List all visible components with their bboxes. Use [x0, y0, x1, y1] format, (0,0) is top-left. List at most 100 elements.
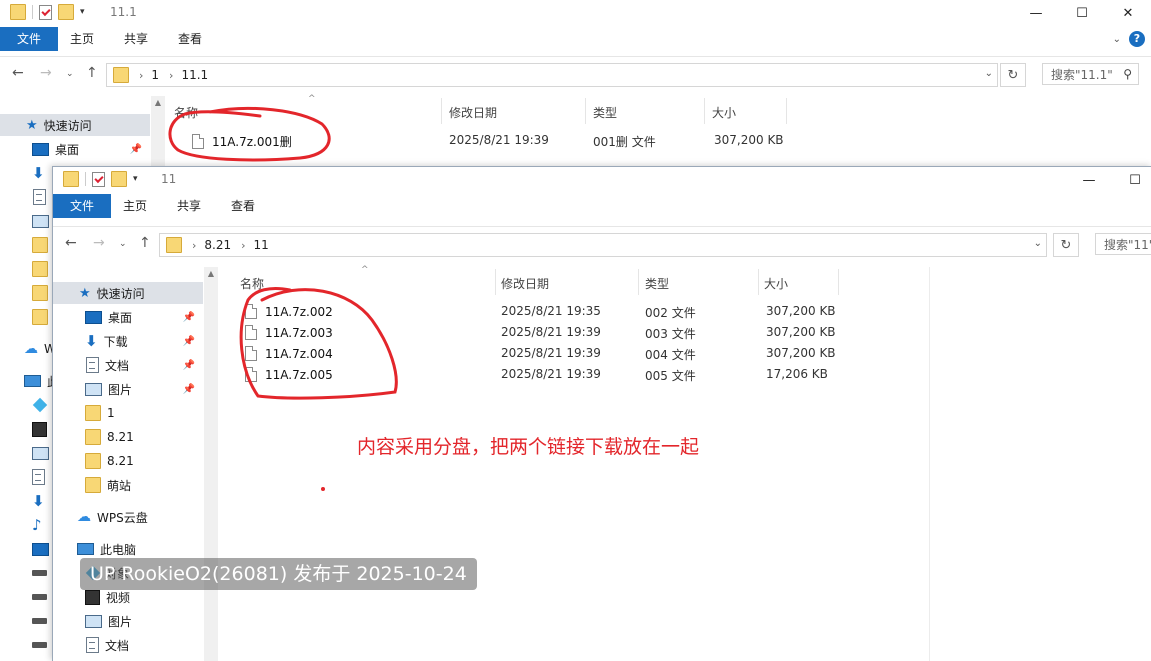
breadcrumb-item[interactable]: 1 [151, 68, 159, 82]
recent-locations-button[interactable]: ⌄ [119, 239, 127, 249]
tab-home[interactable]: 主页 [58, 27, 109, 51]
column-type[interactable]: 类型 [593, 104, 617, 121]
tab-home[interactable]: 主页 [111, 194, 162, 218]
expand-ribbon-icon[interactable]: ⌄ [1113, 34, 1121, 45]
forward-button[interactable]: → [40, 65, 52, 81]
new-folder-icon[interactable] [111, 171, 127, 187]
tab-view[interactable]: 查看 [163, 27, 217, 51]
column-date[interactable]: 修改日期 [449, 104, 497, 121]
customize-toolbar-icon[interactable]: ▾ [133, 174, 138, 184]
nav-quick-access[interactable]: ★ 快速访问 [0, 114, 150, 136]
column-divider[interactable] [638, 269, 639, 295]
tab-file[interactable]: 文件 [53, 194, 111, 218]
address-bar[interactable]: › 1 › 11.1 ⌄ [106, 63, 998, 87]
back-button[interactable]: ← [65, 235, 77, 251]
picture-icon [32, 214, 49, 228]
nav-documents[interactable]: 文档 [53, 634, 203, 656]
column-divider[interactable] [838, 269, 839, 295]
column-divider[interactable] [585, 98, 586, 124]
column-date[interactable]: 修改日期 [501, 275, 549, 292]
properties-icon[interactable] [39, 4, 52, 20]
file-icon [245, 325, 257, 340]
help-icon[interactable]: ? [1129, 31, 1145, 47]
properties-icon[interactable] [92, 171, 105, 187]
pin-icon: 📌 [129, 143, 142, 155]
chevron-down-icon[interactable]: ⌄ [1034, 238, 1042, 249]
tab-file[interactable]: 文件 [0, 27, 58, 51]
column-divider[interactable] [704, 98, 705, 124]
breadcrumb-separator: › [241, 238, 246, 252]
file-name: 11A.7z.003 [245, 325, 333, 340]
column-size[interactable]: 大小 [712, 104, 736, 121]
file-row[interactable]: 11A.7z.002 2025/8/21 19:35 002 文件 307,20… [219, 301, 1151, 322]
customize-toolbar-icon[interactable]: ▾ [80, 7, 85, 17]
file-row[interactable]: 11A.7z.003 2025/8/21 19:39 003 文件 307,20… [219, 322, 1151, 343]
breadcrumb-item[interactable]: 8.21 [204, 238, 231, 252]
close-button[interactable]: ✕ [1105, 0, 1151, 26]
tab-view[interactable]: 查看 [216, 194, 270, 218]
nav-desktop[interactable]: 桌面 📌 [53, 306, 203, 328]
column-divider[interactable] [495, 269, 496, 295]
column-size[interactable]: 大小 [764, 275, 788, 292]
search-placeholder: 搜索"11.1" [1051, 67, 1113, 82]
file-name: 11A.7z.001删 [192, 133, 292, 150]
chevron-down-icon[interactable]: ⌄ [985, 68, 993, 79]
folder-icon [113, 67, 129, 83]
search-input[interactable]: 搜索"11.1" ⚲ [1042, 63, 1139, 85]
new-folder-icon[interactable] [58, 4, 74, 20]
minimize-button[interactable]: — [1013, 0, 1059, 26]
pin-icon[interactable]: 📌 [183, 336, 195, 347]
forward-button[interactable]: → [93, 235, 105, 251]
address-row: ← → ⌄ ↑ › 8.21 › 11 ⌄ ↻ 搜索"11" [53, 226, 1151, 261]
folder-icon [85, 405, 101, 421]
back-button[interactable]: ← [12, 65, 24, 81]
pin-icon[interactable]: 📌 [183, 360, 195, 371]
pin-icon[interactable]: 📌 [183, 312, 195, 323]
nav-label: 8.21 [107, 430, 134, 444]
refresh-button[interactable]: ↻ [1000, 63, 1026, 87]
recent-locations-button[interactable]: ⌄ [66, 69, 74, 79]
pin-icon[interactable]: 📌 [183, 384, 195, 395]
column-type[interactable]: 类型 [645, 275, 669, 292]
search-input[interactable]: 搜索"11" [1095, 233, 1151, 255]
file-row[interactable]: 11A.7z.005 2025/8/21 19:39 005 文件 17,206… [219, 364, 1151, 385]
nav-pictures[interactable]: 图片 📌 [53, 378, 203, 400]
file-row[interactable]: 11A.7z.001删 2025/8/21 19:39 001删 文件 307,… [166, 130, 1151, 151]
nav-quick-access[interactable]: ★ 快速访问 [53, 282, 203, 304]
breadcrumb-item[interactable]: 11.1 [181, 68, 208, 82]
file-date: 2025/8/21 19:39 [449, 133, 549, 147]
nav-label: 桌面 [55, 142, 80, 157]
nav-this-pc[interactable]: 此电脑 [53, 538, 203, 560]
address-bar[interactable]: › 8.21 › 11 ⌄ [159, 233, 1047, 257]
tab-share[interactable]: 共享 [162, 194, 216, 218]
column-divider[interactable] [786, 98, 787, 124]
nav-scrollbar[interactable]: ▲ [204, 267, 218, 661]
up-button[interactable]: ↑ [139, 235, 151, 251]
column-name[interactable]: 名称 [240, 275, 264, 292]
column-divider[interactable] [441, 98, 442, 124]
refresh-button[interactable]: ↻ [1053, 233, 1079, 257]
nav-folder-mengzhan[interactable]: 萌站 [53, 474, 203, 496]
nav-desktop[interactable]: 桌面 📌 [0, 138, 150, 160]
tab-share[interactable]: 共享 [109, 27, 163, 51]
file-row[interactable]: 11A.7z.004 2025/8/21 19:39 004 文件 307,20… [219, 343, 1151, 364]
nav-downloads[interactable]: ⬇ 下载 📌 [53, 330, 203, 352]
drive-icon [32, 594, 47, 600]
nav-folder-8-21[interactable]: 8.21 [53, 450, 203, 472]
column-name[interactable]: 名称 [174, 104, 198, 121]
minimize-button[interactable]: — [1066, 167, 1112, 193]
column-divider[interactable] [758, 269, 759, 295]
maximize-button[interactable]: ☐ [1059, 0, 1105, 26]
document-icon [86, 637, 99, 653]
maximize-button[interactable]: ☐ [1112, 167, 1151, 193]
nav-folder-1[interactable]: 1 [53, 402, 203, 424]
breadcrumb-item[interactable]: 11 [254, 238, 269, 252]
up-button[interactable]: ↑ [86, 65, 98, 81]
nav-folder-8-21[interactable]: 8.21 [53, 426, 203, 448]
nav-wps-cloud[interactable]: ☁ WPS云盘 [53, 506, 203, 528]
nav-documents[interactable]: 文档 📌 [53, 354, 203, 376]
file-size: 307,200 KB [714, 133, 784, 147]
annotation-text: 内容采用分盘，把两个链接下载放在一起 [357, 436, 700, 458]
nav-label: 萌站 [107, 478, 132, 493]
nav-pictures[interactable]: 图片 [53, 610, 203, 632]
